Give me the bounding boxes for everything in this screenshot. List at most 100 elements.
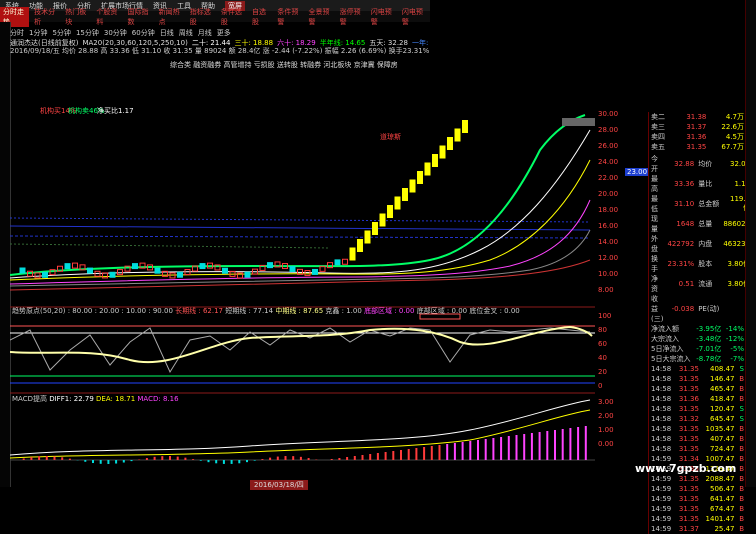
tick-row[interactable]: 14:5831.35407.47B	[649, 434, 746, 444]
flow-row: 5日大宗流入-8.78亿-7%	[649, 354, 746, 364]
tick-row[interactable]: 14:5831.36418.47B	[649, 394, 746, 404]
flow-value: -3.48亿	[694, 334, 724, 344]
nav-tab[interactable]: 热门板块	[62, 7, 91, 27]
tick-price: 31.32	[675, 414, 701, 424]
tick-row[interactable]: 14:5831.35146.47B	[649, 374, 746, 384]
macd-bar	[184, 458, 186, 460]
macd-bar	[107, 460, 109, 464]
axis-tick: 80	[598, 326, 628, 340]
flow-row: 5日净流入-7.01亿-5%	[649, 344, 746, 354]
nav-tab[interactable]: 指标选股	[187, 7, 216, 27]
tick-table[interactable]: 14:5831.35408.47S14:5831.35146.47B14:583…	[649, 364, 746, 534]
macd-diff: DIFF1: 22.79	[49, 395, 94, 403]
ind-mid: 中期线 : 87.65	[275, 307, 323, 315]
order-row: 卖三31.3722.6万	[649, 122, 746, 132]
stats-row: 最低31.10总金额119.2亿	[649, 194, 752, 214]
macd-bar	[61, 457, 63, 460]
nav-tab[interactable]: 个股资料	[93, 7, 122, 27]
macd-bar	[308, 458, 310, 460]
tick-time: 14:58	[649, 414, 675, 424]
candle	[20, 268, 25, 273]
period-option[interactable]: 日线	[160, 28, 174, 37]
macd-bar	[439, 445, 441, 460]
period-option[interactable]: 1分钟	[29, 28, 47, 37]
stat-label: 最低	[649, 194, 665, 214]
tick-row[interactable]: 14:5831.351035.47B	[649, 424, 746, 434]
ind-long: 长期线 : 62.17	[175, 307, 223, 315]
kline-chart[interactable]	[10, 80, 595, 480]
tick-row[interactable]: 14:5931.3725.47B	[649, 524, 746, 534]
right-scrollbar[interactable]	[745, 0, 756, 487]
nav-tab[interactable]: 闪电预警	[368, 7, 397, 27]
macd-bar	[169, 456, 171, 460]
tick-row[interactable]: 14:5831.35120.47S	[649, 404, 746, 414]
axis-tick: 0	[598, 382, 628, 396]
nav-tab[interactable]: 技术分析	[31, 7, 60, 27]
stats-row: 最高33.36量比1.19	[649, 174, 752, 194]
axis-tick: 18.00	[598, 206, 628, 222]
stat-label: 最高	[649, 174, 665, 194]
nav-tab[interactable]: 全景预警	[305, 7, 334, 27]
axis-tick: 26.00	[598, 142, 628, 158]
candle	[388, 206, 393, 218]
macd-bar	[292, 456, 294, 460]
nav-tab[interactable]: 涨停预警	[337, 7, 366, 27]
nav-tab[interactable]: 自选股	[249, 7, 272, 27]
axis-tick: 24.00	[598, 158, 628, 174]
candle	[65, 264, 70, 269]
tick-volume: 1035.47	[701, 424, 737, 434]
period-option[interactable]: 分时	[10, 28, 24, 37]
macd-bar	[285, 456, 287, 460]
stat-label: PE(动)	[696, 294, 721, 324]
stats-row: 净资0.51流通3.80亿	[649, 274, 752, 294]
nav-tab[interactable]: 国际指数	[125, 7, 154, 27]
macd-bar	[23, 458, 25, 460]
candle	[350, 248, 355, 260]
candle	[440, 146, 445, 158]
period-option[interactable]: 30分钟	[104, 28, 127, 37]
axis-tick: 2.00	[598, 412, 628, 426]
axis-tick: 0.00	[598, 440, 628, 454]
tick-price: 31.35	[675, 374, 701, 384]
period-option[interactable]: 5分钟	[52, 28, 70, 37]
macd-bar	[508, 436, 510, 460]
macd-bar	[46, 456, 48, 460]
tick-row[interactable]: 14:5831.35408.47S	[649, 364, 746, 374]
stats-row: 今开32.88均价32.00	[649, 154, 752, 174]
tick-side: B	[736, 524, 746, 534]
stat-label: 流通	[696, 274, 721, 294]
period-option[interactable]: 月线	[198, 28, 212, 37]
tick-row[interactable]: 14:5931.35641.47B	[649, 494, 746, 504]
macd-bar	[369, 454, 371, 460]
ind-short: 短期线 : 77.14	[225, 307, 273, 315]
nav-tab[interactable]: 条件预警	[274, 7, 303, 27]
macd-bar	[546, 431, 548, 460]
period-option[interactable]: 60分钟	[132, 28, 155, 37]
tick-volume: 120.47	[701, 404, 737, 414]
macd-bar	[400, 450, 402, 460]
tick-price: 31.36	[675, 394, 701, 404]
tick-volume: 641.47	[701, 494, 737, 504]
tick-row[interactable]: 14:5831.35724.47B	[649, 444, 746, 454]
tick-price: 31.35	[675, 364, 701, 374]
axis-tick: 16.00	[598, 222, 628, 238]
tick-row[interactable]: 14:5831.32645.47S	[649, 414, 746, 424]
tick-row[interactable]: 14:5931.35674.47B	[649, 504, 746, 514]
tick-time: 14:59	[649, 504, 675, 514]
period-option[interactable]: 更多	[217, 28, 231, 37]
stat-label: 净资	[649, 274, 665, 294]
tick-row[interactable]: 14:5931.352088.47B	[649, 474, 746, 484]
candle	[110, 272, 115, 277]
candle	[410, 180, 415, 192]
period-option[interactable]: 周线	[179, 28, 193, 37]
nav-tab[interactable]: 闪电预警	[399, 7, 428, 27]
nav-tab[interactable]: 新闻热点	[156, 7, 185, 27]
tick-row[interactable]: 14:5931.35506.47B	[649, 484, 746, 494]
tick-row[interactable]: 14:5831.35465.47B	[649, 384, 746, 394]
flow-label: 5日大宗流入	[649, 354, 694, 364]
macd-legend: MACD提高 DIFF1: 22.79 DEA: 18.71 MACD: 8.1…	[12, 394, 179, 404]
nav-tab[interactable]: 条件选股	[218, 7, 247, 27]
info-line: 2016/09/18/五 均价 28.88 高 33.36 低 31.10 收 …	[10, 46, 430, 56]
period-option[interactable]: 15分钟	[76, 28, 99, 37]
tick-row[interactable]: 14:5931.351401.47B	[649, 514, 746, 524]
